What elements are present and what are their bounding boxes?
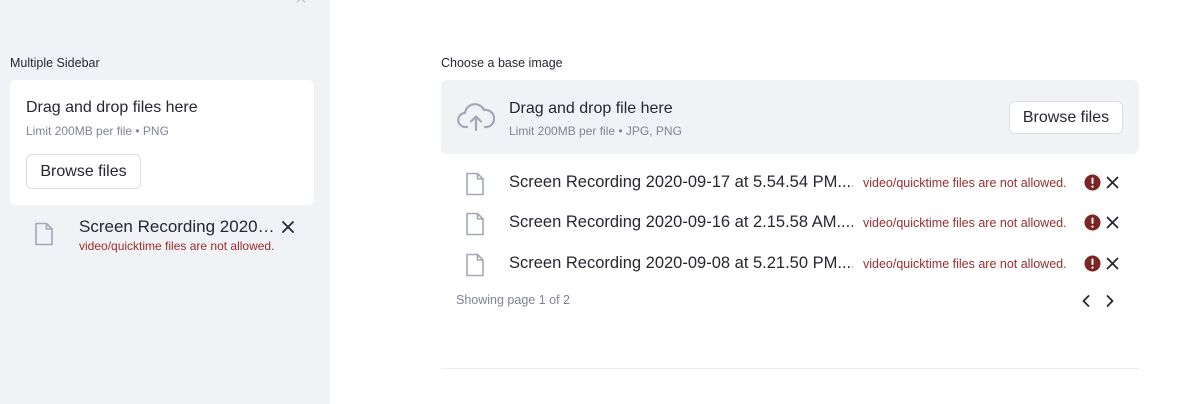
file-name: Screen Recording 2020-09-08 at 5.21.50 P… [509,254,853,272]
file-row: Screen Recording 2020-09-08 at 5.21.50 P… [441,245,1139,285]
sidebar: × Multiple Sidebar Drag and drop files h… [0,0,330,404]
chevron-right-icon[interactable] [1103,293,1117,309]
cloud-upload-icon [457,103,495,132]
error-icon [1084,214,1101,231]
sidebar-file-item: Screen Recording 2020-0... video/quickti… [10,212,314,272]
file-icon [466,212,484,236]
sidebar-dropzone-title: Drag and drop files here [26,99,198,116]
remove-file-icon[interactable] [280,219,296,235]
file-row: Screen Recording 2020-09-17 at 5.54.54 P… [441,164,1139,204]
error-icon [1084,174,1101,191]
remove-file-icon[interactable] [1105,215,1120,230]
file-name: Screen Recording 2020-09-16 at 2.15.58 A… [509,213,853,231]
main-dropzone-limit: Limit 200MB per file • JPG, PNG [509,124,682,138]
sidebar-uploader-label: Multiple Sidebar [10,56,100,70]
file-icon [35,222,53,246]
divider [441,368,1139,369]
remove-file-icon[interactable] [1105,175,1120,190]
file-error: video/quicktime files are not allowed. [863,257,1067,271]
file-row: Screen Recording 2020-09-16 at 2.15.58 A… [441,204,1139,244]
error-icon [1084,255,1101,272]
sidebar-dropzone[interactable]: Drag and drop files here Limit 200MB per… [10,80,314,205]
sidebar-dropzone-limit: Limit 200MB per file • PNG [26,124,169,138]
chevron-left-icon[interactable] [1079,293,1093,309]
sidebar-file-name: Screen Recording 2020-0... [79,217,279,236]
file-error: video/quicktime files are not allowed. [863,176,1067,190]
sidebar-close-icon[interactable]: × [292,0,310,9]
sidebar-browse-files-button[interactable]: Browse files [26,154,141,189]
browse-files-button[interactable]: Browse files [1009,101,1123,134]
file-icon [466,172,484,196]
file-icon [466,253,484,277]
file-error: video/quicktime files are not allowed. [863,216,1067,230]
pagination-status: Showing page 1 of 2 [456,293,570,307]
file-name: Screen Recording 2020-09-17 at 5.54.54 P… [509,173,853,191]
main-dropzone[interactable]: Drag and drop file here Limit 200MB per … [441,80,1139,154]
main-uploader-label: Choose a base image [441,56,563,70]
remove-file-icon[interactable] [1105,256,1120,271]
main-dropzone-title: Drag and drop file here [509,100,673,117]
sidebar-file-error: video/quicktime files are not allowed. [79,239,275,253]
app: × Multiple Sidebar Drag and drop files h… [0,0,1199,404]
